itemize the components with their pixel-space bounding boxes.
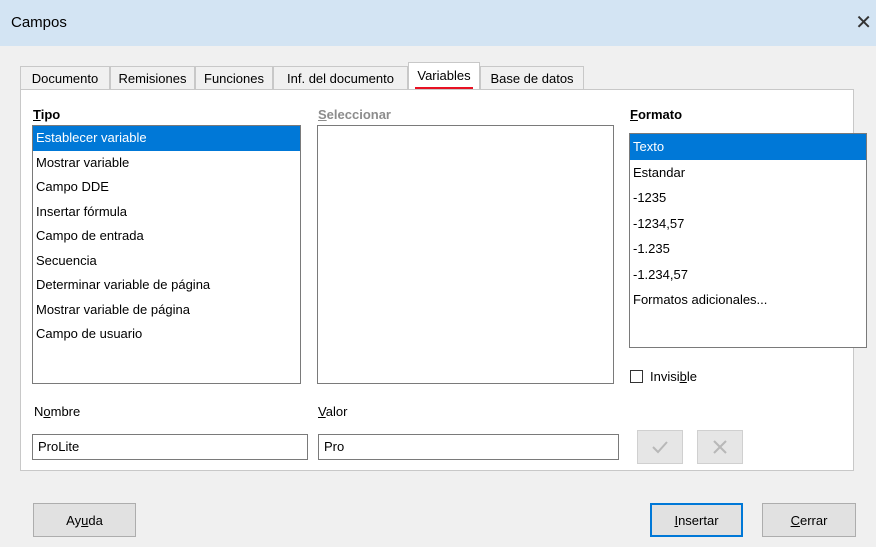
list-item[interactable]: Secuencia <box>33 249 300 274</box>
formato-heading-rest: ormato <box>637 107 683 122</box>
seleccionar-heading-mnemonic: S <box>318 107 327 122</box>
nombre-input[interactable]: ProLite <box>32 434 308 460</box>
nombre-label-b: mbre <box>50 404 81 419</box>
valor-label-rest: alor <box>325 404 348 419</box>
invisible-label[interactable]: Invisible <box>650 369 697 384</box>
valor-label-mnemonic: V <box>318 404 326 419</box>
list-item[interactable]: Establecer variable <box>33 126 300 151</box>
invisible-label-b: le <box>686 369 697 384</box>
tab-funciones[interactable]: Funciones <box>195 66 273 90</box>
tipo-listbox[interactable]: Establecer variable Mostrar variable Cam… <box>32 125 301 384</box>
tab-remisiones[interactable]: Remisiones <box>110 66 195 90</box>
tab-inf-del-documento[interactable]: Inf. del documento <box>273 66 408 90</box>
check-icon <box>652 441 668 454</box>
close-icon[interactable]: ✕ <box>855 10 872 35</box>
list-item[interactable]: Campo de usuario <box>33 322 300 347</box>
seleccionar-heading-rest: eleccionar <box>326 107 391 122</box>
apply-button[interactable] <box>637 430 683 464</box>
tipo-heading-rest: ipo <box>40 107 61 122</box>
tab-base-de-datos[interactable]: Base de datos <box>480 66 584 90</box>
help-button[interactable]: Ay u da <box>33 503 136 537</box>
invisible-label-a: Invisi <box>650 369 680 384</box>
dialog-title: Campos <box>11 14 67 31</box>
invisible-label-mnemonic: b <box>679 369 687 384</box>
seleccionar-listbox[interactable] <box>317 125 614 384</box>
nombre-label-a: N <box>34 404 44 419</box>
close-label-mnemonic: C <box>790 512 800 528</box>
formato-listbox[interactable]: Texto Estandar -1235 -1234,57 -1.235 -1.… <box>629 133 867 348</box>
formato-heading: Formato <box>630 107 682 122</box>
tipo-heading: Tipo <box>33 107 60 122</box>
x-icon <box>713 440 727 454</box>
list-item[interactable]: -1.234,57 <box>630 262 866 288</box>
list-item[interactable]: -1234,57 <box>630 211 866 237</box>
invisible-checkbox[interactable] <box>630 370 643 383</box>
valor-input[interactable]: Pro <box>318 434 619 460</box>
tab-variables-label: Variables <box>417 68 471 83</box>
list-item[interactable]: Insertar fórmula <box>33 200 300 225</box>
list-item[interactable]: Mostrar variable de página <box>33 298 300 323</box>
list-item[interactable]: Formatos adicionales... <box>630 287 866 313</box>
insert-button[interactable]: Insertar <box>650 503 743 537</box>
dialog-titlebar: Campos ✕ <box>0 0 876 46</box>
delete-button[interactable] <box>697 430 743 464</box>
list-item[interactable]: Mostrar variable <box>33 151 300 176</box>
list-item[interactable]: -1.235 <box>630 236 866 262</box>
tab-variables[interactable]: Variables <box>408 62 480 90</box>
list-item[interactable]: -1235 <box>630 185 866 211</box>
insert-label-rest: nsertar <box>678 512 719 528</box>
valor-label: Valor <box>318 404 347 419</box>
list-item[interactable]: Campo de entrada <box>33 224 300 249</box>
tipo-heading-mnemonic: T <box>33 107 41 122</box>
nombre-label: Nombre <box>34 404 80 419</box>
seleccionar-heading: Seleccionar <box>318 107 391 122</box>
help-label-mnemonic: u <box>81 512 89 528</box>
nombre-label-mnemonic: o <box>43 404 51 419</box>
list-item[interactable]: Estandar <box>630 160 866 186</box>
formato-heading-mnemonic: F <box>630 107 638 122</box>
tab-documento[interactable]: Documento <box>20 66 110 90</box>
list-item[interactable]: Texto <box>630 134 866 160</box>
list-item[interactable]: Determinar variable de página <box>33 273 300 298</box>
close-button[interactable]: Cerrar <box>762 503 856 537</box>
help-label-a: Ay <box>66 512 82 528</box>
list-item[interactable]: Campo DDE <box>33 175 300 200</box>
help-label-b: da <box>88 512 103 528</box>
close-label-rest: errar <box>799 512 828 528</box>
